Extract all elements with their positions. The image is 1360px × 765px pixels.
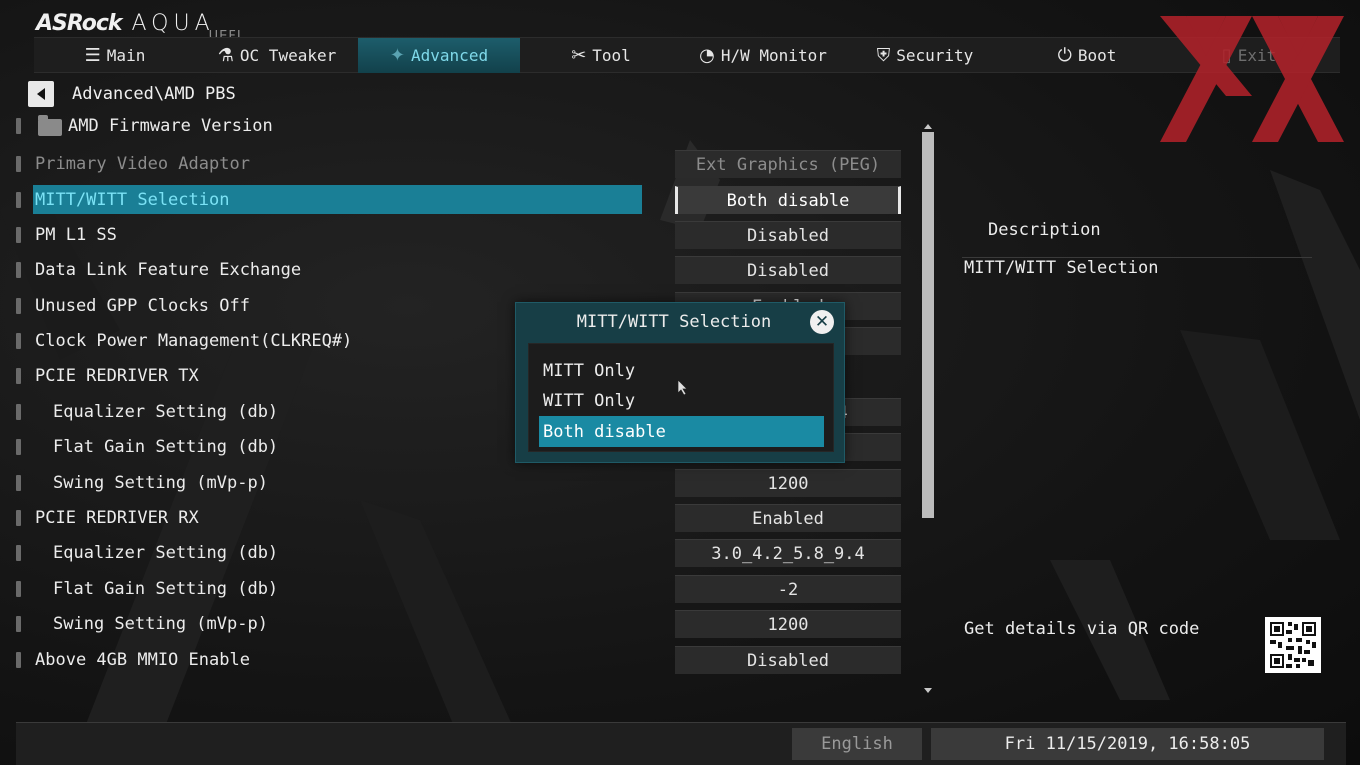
setting-value[interactable]: Disabled [675, 646, 901, 674]
tab-boot[interactable]: ⏻ Boot [1006, 38, 1168, 73]
row-handle [16, 368, 21, 384]
row-handle [16, 298, 21, 314]
setting-label: PM L1 SS [35, 225, 117, 245]
setting-value[interactable]: -2 [675, 575, 901, 603]
row-handle [16, 118, 21, 134]
setting-value[interactable]: Disabled [675, 221, 901, 249]
scroll-down-icon[interactable] [924, 688, 932, 693]
list-icon: ☰ [84, 45, 101, 66]
setting-label: Swing Setting (mVp-p) [53, 473, 268, 493]
setting-row-mitt-witt-selection[interactable]: MITT/WITT Selection Both disable [0, 184, 910, 216]
setting-row-rx-flat-gain[interactable]: Flat Gain Setting (db) -2 [0, 573, 910, 605]
row-handle [16, 581, 21, 597]
setting-label: AMD Firmware Version [68, 116, 273, 136]
row-handle [16, 545, 21, 561]
description-text: MITT/WITT Selection [964, 258, 1159, 278]
main-nav: ☰ Main ⚗ OC Tweaker ✦ Advanced ✂ Tool ◔ … [34, 37, 1340, 73]
setting-row-pcie-redriver-rx[interactable]: PCIE REDRIVER RX Enabled [0, 502, 910, 534]
breadcrumb: Advanced\AMD PBS [72, 84, 236, 104]
setting-label: Clock Power Management(CLKREQ#) [35, 331, 353, 351]
setting-value[interactable]: 1200 [675, 610, 901, 638]
brand-text: ASRock [36, 11, 123, 36]
setting-label: Unused GPP Clocks Off [35, 296, 250, 316]
asrock-logo: ASRock AQUA UEFI [36, 6, 242, 44]
setting-value[interactable]: 1200 [675, 469, 901, 497]
shield-icon: ⛨ [876, 45, 891, 66]
tab-label: Boot [1077, 46, 1117, 65]
tab-tool[interactable]: ✂ Tool [520, 38, 682, 73]
rocket-icon: ⚗ [217, 45, 234, 66]
language-button[interactable]: English [792, 728, 922, 760]
setting-label: PCIE REDRIVER RX [35, 508, 199, 528]
setting-label: Flat Gain Setting (db) [53, 579, 279, 599]
tab-main[interactable]: ☰ Main [34, 38, 196, 73]
back-button[interactable] [28, 81, 54, 107]
setting-row-pm-l1-ss[interactable]: PM L1 SS Disabled [0, 219, 910, 251]
setting-label: PCIE REDRIVER TX [35, 366, 199, 386]
tab-label: OC Tweaker [239, 46, 337, 65]
back-arrow-icon [37, 88, 45, 100]
setting-row-primary-video-adaptor[interactable]: Primary Video Adaptor Ext Graphics (PEG) [0, 148, 910, 180]
star-icon: ✦ [389, 45, 406, 66]
setting-value[interactable]: 3.0_4.2_5.8_9.4 [675, 539, 901, 567]
monitor-icon: ◔ [699, 45, 715, 66]
setting-row-amd-firmware-version[interactable]: AMD Firmware Version [0, 110, 910, 142]
tab-label: Security [896, 46, 974, 65]
tab-label: Advanced [411, 46, 489, 65]
row-handle [16, 192, 21, 208]
product-text: AQUA [131, 11, 215, 36]
power-icon: ⏻ [1057, 45, 1072, 66]
tab-hw-monitor[interactable]: ◔ H/W Monitor [682, 38, 844, 73]
setting-row-rx-swing[interactable]: Swing Setting (mVp-p) 1200 [0, 608, 910, 640]
tab-label: Tool [592, 46, 631, 65]
setting-value[interactable]: Ext Graphics (PEG) [675, 150, 901, 178]
setting-label: Swing Setting (mVp-p) [53, 614, 268, 634]
xx-watermark [1160, 16, 1344, 142]
tab-security[interactable]: ⛨ Security [844, 38, 1006, 73]
scrollbar[interactable] [922, 122, 934, 696]
close-button[interactable]: ✕ [810, 310, 834, 334]
row-handle [16, 333, 21, 349]
row-handle [16, 156, 21, 172]
row-handle [16, 404, 21, 420]
row-handle [16, 227, 21, 243]
wrench-icon: ✂ [571, 45, 587, 66]
setting-row-tx-swing[interactable]: Swing Setting (mVp-p) 1200 [0, 467, 910, 499]
close-icon: ✕ [814, 311, 830, 332]
setting-label: Flat Gain Setting (db) [53, 437, 279, 457]
scroll-thumb[interactable] [922, 132, 934, 518]
option-both-disable[interactable]: Both disable [539, 416, 824, 447]
row-handle [16, 616, 21, 632]
tab-label: H/W Monitor [720, 46, 827, 65]
mouse-cursor-icon [678, 380, 688, 396]
setting-value[interactable]: Both disable [675, 186, 901, 214]
setting-row-rx-equalizer[interactable]: Equalizer Setting (db) 3.0_4.2_5.8_9.4 [0, 537, 910, 569]
tab-oc-tweaker[interactable]: ⚗ OC Tweaker [196, 38, 358, 73]
tab-advanced[interactable]: ✦ Advanced [358, 38, 520, 73]
qr-code [1265, 617, 1321, 673]
row-handle [16, 510, 21, 526]
setting-label: MITT/WITT Selection [35, 190, 230, 210]
setting-value[interactable]: Disabled [675, 256, 901, 284]
setting-row-above-4gb-mmio[interactable]: Above 4GB MMIO Enable Disabled [0, 644, 910, 676]
tab-label: Main [106, 46, 146, 65]
row-handle [16, 475, 21, 491]
setting-label: Primary Video Adaptor [35, 154, 250, 174]
setting-label: Equalizer Setting (db) [53, 543, 279, 563]
setting-label: Data Link Feature Exchange [35, 260, 302, 280]
option-list: MITT Only WITT Only Both disable [528, 343, 834, 452]
setting-value[interactable]: Enabled [675, 504, 901, 532]
setting-row-data-link-feature-exchange[interactable]: Data Link Feature Exchange Disabled [0, 254, 910, 286]
setting-label: Equalizer Setting (db) [53, 402, 279, 422]
description-title: Description [988, 220, 1101, 240]
row-handle [16, 262, 21, 278]
row-handle [16, 652, 21, 668]
row-handle [16, 439, 21, 455]
folder-icon [38, 115, 62, 136]
scroll-up-icon[interactable] [924, 124, 932, 129]
dialog-title: MITT/WITT Selection [576, 312, 772, 332]
qr-hint: Get details via QR code [964, 619, 1200, 639]
setting-label: Above 4GB MMIO Enable [35, 650, 250, 670]
datetime-display: Fri 11/15/2019, 16:58:05 [931, 728, 1324, 760]
